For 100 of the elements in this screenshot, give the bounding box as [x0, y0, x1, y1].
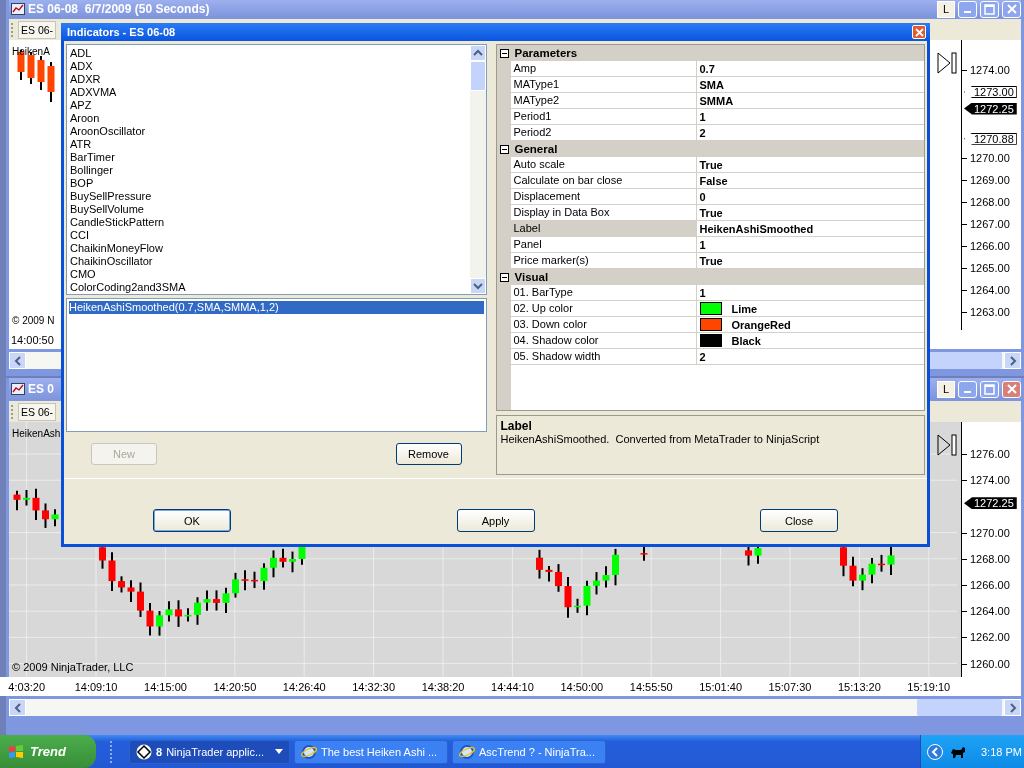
horizontal-scrollbar[interactable]: [9, 699, 1021, 716]
property-value[interactable]: Black: [731, 334, 761, 347]
indicator-list-item[interactable]: ADXVMA: [70, 86, 470, 99]
indicator-list-item[interactable]: ChaikinOscillator: [70, 255, 470, 268]
scroll-thumb[interactable]: [469, 61, 486, 91]
property-value[interactable]: Lime: [731, 302, 758, 315]
property-value[interactable]: 2: [699, 350, 706, 363]
indicator-list-item[interactable]: Bollinger: [70, 164, 470, 177]
property-value[interactable]: True: [699, 206, 723, 219]
ok-button[interactable]: OK: [153, 509, 231, 532]
candle: [270, 549, 277, 579]
scroll-left-button[interactable]: [9, 699, 26, 716]
property-value[interactable]: SMMA: [699, 94, 734, 107]
instrument-tab[interactable]: ES 06-: [18, 402, 57, 421]
skip-to-end-icon[interactable]: [937, 52, 957, 74]
taskbar-button[interactable]: AscTrend ? - NinjaTra...: [452, 739, 606, 764]
property-value[interactable]: 1: [699, 110, 706, 123]
candle: [289, 550, 296, 574]
property-name[interactable]: Amp: [510, 61, 697, 77]
property-name[interactable]: MAType2: [510, 93, 697, 109]
instrument-tab[interactable]: ES 06-: [18, 20, 57, 39]
candle: [251, 570, 258, 590]
scroll-thumb[interactable]: [917, 699, 1002, 716]
scroll-up-button[interactable]: [469, 45, 486, 61]
property-name[interactable]: 02. Up color: [510, 301, 697, 317]
indicator-list-item[interactable]: CCI: [70, 229, 470, 242]
indicator-list-item[interactable]: ADXR: [70, 73, 470, 86]
indicator-list-item[interactable]: ColorCoding2and3SMA: [70, 281, 470, 294]
chevron-right-icon: [1008, 702, 1017, 713]
scroll-down-button[interactable]: [469, 278, 486, 294]
price-marker: 1273.00: [964, 86, 1017, 98]
applied-indicator-item[interactable]: HeikenAshiSmoothed(0.7,SMA,SMMA,1,2): [69, 301, 484, 314]
chevron-up-icon: [472, 49, 483, 57]
property-value[interactable]: OrangeRed: [731, 318, 791, 331]
indicator-list-item[interactable]: ADL: [70, 47, 470, 60]
indicator-list-item[interactable]: ATR: [70, 138, 470, 151]
price-marker: 1272.25: [964, 497, 1017, 510]
price-label: 1267.00: [962, 218, 1010, 230]
property-value[interactable]: 0.7: [699, 62, 715, 75]
category-label: Parameters: [514, 47, 578, 59]
time-label: 15:19:10: [906, 680, 952, 693]
indicator-list-item[interactable]: Aroon: [70, 112, 470, 125]
property-name[interactable]: Period1: [510, 109, 697, 125]
skip-to-end-icon[interactable]: [937, 434, 957, 456]
collapse-icon[interactable]: [499, 272, 509, 282]
price-label: 1265.00: [962, 262, 1010, 274]
collapse-icon[interactable]: [499, 144, 509, 154]
scroll-right-button[interactable]: [1004, 699, 1021, 716]
property-value[interactable]: False: [699, 174, 728, 187]
indicator-list-item[interactable]: AroonOscillator: [70, 125, 470, 138]
property-value[interactable]: True: [699, 254, 723, 267]
indicator-list-item[interactable]: BuySellPressure: [70, 190, 470, 203]
time-label: 14:55:50: [628, 680, 674, 693]
property-name[interactable]: Label: [510, 221, 697, 237]
property-value[interactable]: True: [699, 158, 723, 171]
minimize-icon: [964, 11, 971, 13]
price-label: 1262.00: [962, 631, 1010, 644]
property-value[interactable]: HeikenAshiSmoothed: [699, 222, 814, 235]
indicator-list-item[interactable]: BuySellVolume: [70, 203, 470, 216]
link-button[interactable]: L: [937, 380, 955, 398]
close-button[interactable]: [912, 25, 926, 39]
property-name[interactable]: MAType1: [510, 77, 697, 93]
price-label: 1260.00: [962, 657, 1010, 670]
property-name[interactable]: Panel: [510, 237, 697, 253]
property-value[interactable]: 2: [699, 126, 706, 139]
remove-button[interactable]: Remove: [395, 443, 462, 465]
scroll-left-button[interactable]: [9, 352, 26, 369]
property-name[interactable]: Calculate on bar close: [510, 173, 697, 189]
indicator-list-item[interactable]: ADX: [70, 60, 470, 73]
price-label: 1269.00: [962, 174, 1010, 186]
property-name[interactable]: 03. Down color: [510, 317, 697, 333]
property-value[interactable]: 0: [699, 190, 706, 203]
indicator-list-item[interactable]: CandleStickPattern: [70, 216, 470, 229]
property-name[interactable]: 04. Shadow color: [510, 333, 697, 349]
candle: [612, 547, 619, 587]
property-name[interactable]: Auto scale: [510, 157, 697, 173]
dialog-title: Indicators - ES 06-08: [67, 26, 176, 38]
scroll-right-button[interactable]: [1004, 352, 1021, 369]
property-name[interactable]: 01. BarType: [510, 285, 697, 301]
property-value[interactable]: SMA: [699, 78, 724, 91]
property-name[interactable]: Displacement: [510, 189, 697, 205]
indicator-list-item[interactable]: ChaikinMoneyFlow: [70, 242, 470, 255]
property-name[interactable]: 05. Shadow width: [510, 349, 697, 365]
collapse-icon[interactable]: [499, 48, 509, 58]
taskbar-button[interactable]: The best Heiken Ashi ...: [294, 739, 448, 764]
close-button[interactable]: Close: [760, 509, 838, 532]
apply-button[interactable]: Apply: [456, 509, 535, 532]
taskbar-button[interactable]: 8 NinjaTrader applic...: [129, 739, 290, 764]
show-hidden-icons-button[interactable]: [927, 743, 943, 760]
property-value[interactable]: 1: [699, 286, 706, 299]
indicator-list-item[interactable]: BOP: [70, 177, 470, 190]
close-button[interactable]: [1002, 380, 1021, 398]
link-button[interactable]: L: [937, 0, 955, 18]
candle: [37, 55, 45, 91]
indicator-list-item[interactable]: CMO: [70, 268, 470, 281]
vertical-scrollbar[interactable]: [469, 45, 486, 294]
indicator-list-item[interactable]: APZ: [70, 99, 470, 112]
maximize-icon: [984, 383, 995, 395]
property-value[interactable]: 1: [699, 238, 706, 251]
indicator-list-item[interactable]: BarTimer: [70, 151, 470, 164]
